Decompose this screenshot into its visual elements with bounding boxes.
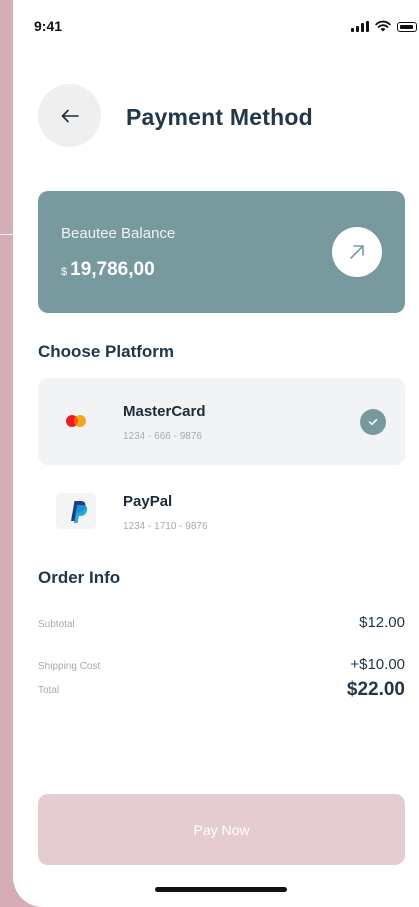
order-value: $12.00 xyxy=(359,614,405,631)
arrow-left-icon xyxy=(61,109,79,122)
pay-now-button[interactable]: Pay Now xyxy=(38,794,405,865)
balance-card: Beautee Balance $19,786,00 xyxy=(38,191,405,313)
balance-label: Beautee Balance xyxy=(61,225,176,242)
balance-currency: $ xyxy=(61,266,68,278)
order-label: Shipping Cost xyxy=(38,661,101,672)
back-button[interactable] xyxy=(38,84,101,147)
check-icon xyxy=(360,409,386,435)
order-label: Subtotal xyxy=(38,619,75,630)
mastercard-icon xyxy=(56,403,96,439)
choose-platform-heading: Choose Platform xyxy=(38,342,175,361)
cellular-signal-icon xyxy=(351,21,369,32)
platform-option-mastercard[interactable]: MasterCard 1234 - 666 - 9876 xyxy=(38,378,405,465)
arrow-up-right-icon xyxy=(350,245,364,259)
platform-number: 1234 - 666 - 9876 xyxy=(123,431,202,442)
platform-name: PayPal xyxy=(123,493,173,510)
home-indicator xyxy=(155,887,287,892)
order-value: +$10.00 xyxy=(350,656,405,673)
balance-amount: $19,786,00 xyxy=(61,259,155,281)
paypal-icon xyxy=(56,493,96,529)
status-icons xyxy=(351,20,417,32)
status-time: 9:41 xyxy=(34,18,63,34)
platform-option-paypal[interactable]: PayPal 1234 - 1710 - 9876 xyxy=(38,468,405,555)
wifi-icon xyxy=(375,20,391,32)
platform-name: MasterCard xyxy=(123,403,206,420)
platform-number: 1234 - 1710 - 9876 xyxy=(123,521,208,532)
status-bar: 9:41 xyxy=(13,0,419,52)
page-title: Payment Method xyxy=(126,104,313,130)
order-info-heading: Order Info xyxy=(38,568,121,587)
top-up-button[interactable] xyxy=(332,227,382,277)
balance-value: 19,786,00 xyxy=(70,259,155,280)
order-total-value: $22.00 xyxy=(346,679,405,700)
battery-icon xyxy=(397,22,417,32)
order-label: Total xyxy=(38,685,60,696)
